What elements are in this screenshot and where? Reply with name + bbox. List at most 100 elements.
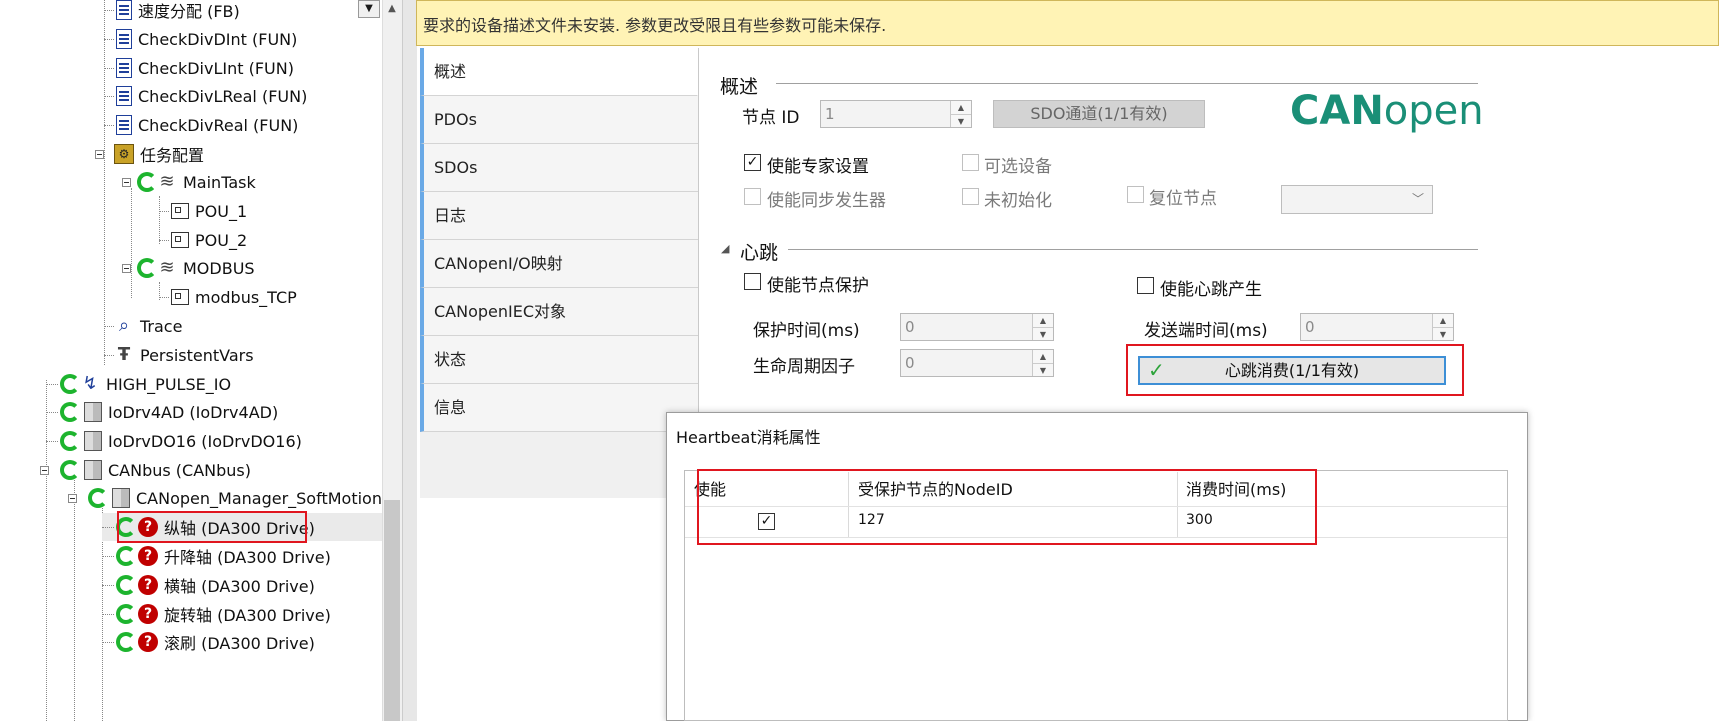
column-header-enable[interactable]: 使能 (694, 476, 726, 500)
tree-item-label: 纵轴 (DA300 Drive) (164, 519, 315, 538)
tree-item-trace[interactable]: ⌕ Trace (104, 312, 182, 340)
node-id-spinner[interactable]: 1 ▲ ▼ (820, 100, 972, 128)
row-node-id-cell[interactable]: 127 (858, 512, 885, 528)
error-question-icon: ? (138, 632, 158, 652)
reset-node-label: 复位节点 (1149, 189, 1217, 209)
tree-item-horizontal-axis[interactable]: ? 横轴 (DA300 Drive) (102, 571, 315, 599)
life-time-factor-label: 生命周期因子 (753, 357, 855, 377)
tab-status[interactable]: 状态 (420, 336, 698, 384)
running-icon (137, 258, 157, 278)
tree-scrollbar-thumb[interactable] (384, 500, 400, 721)
reset-node-checkbox[interactable] (1127, 186, 1144, 203)
heartbeat-consume-label: 心跳消费(1/1有效) (1224, 361, 1360, 380)
spin-up-icon[interactable]: ▲ (1033, 350, 1053, 364)
dialog-title: Heartbeat消耗属性 (676, 428, 821, 447)
node-guarding-label: 使能节点保护 (767, 276, 869, 296)
tab-overview[interactable]: 概述 (420, 48, 698, 96)
spin-down-icon[interactable]: ▼ (1033, 328, 1053, 341)
panel-splitter[interactable] (402, 0, 417, 721)
tree-item-brush[interactable]: ? 滚刷 (DA300 Drive) (102, 628, 315, 656)
collapse-triangle-icon[interactable]: ◢ (721, 242, 729, 255)
task-icon: ≋ (159, 257, 175, 278)
tree-item-vertical-axis[interactable]: ? 纵轴 (DA300 Drive) (102, 513, 382, 541)
task-icon: ≋ (159, 171, 175, 192)
tab-sdos[interactable]: SDOs (420, 144, 698, 192)
spin-up-icon[interactable]: ▲ (1033, 314, 1053, 328)
guard-time-value: 0 (905, 318, 915, 336)
tree-item-checkdivlint[interactable]: CheckDivLInt (FUN) (104, 54, 294, 82)
table-row[interactable] (685, 507, 1507, 537)
tree-item-label: IoDrvDO16 (IoDrvDO16) (108, 431, 302, 451)
optional-device-label: 可选设备 (984, 157, 1052, 177)
project-tree[interactable]: 速度分配 (FB) CheckDivDInt (FUN) CheckDivLIn… (0, 0, 402, 721)
tree-item-maintask[interactable]: ≋ MainTask (122, 168, 256, 196)
guard-time-spinner[interactable]: 0 ▲ ▼ (900, 313, 1054, 341)
collapse-toggle-icon[interactable] (95, 149, 104, 159)
life-time-factor-spinner[interactable]: 0 ▲ ▼ (900, 349, 1054, 377)
tree-item-pou-1[interactable]: POU_1 (159, 197, 247, 225)
running-icon (60, 374, 80, 394)
tree-item-persistentvars[interactable]: Ŧ PersistentVars (104, 341, 254, 369)
tree-item-modbus[interactable]: ≋ MODBUS (122, 254, 255, 282)
persistent-vars-icon: Ŧ (117, 344, 131, 365)
node-guarding-checkbox[interactable] (744, 273, 761, 290)
error-question-icon: ? (138, 517, 158, 537)
collapse-toggle-icon[interactable] (40, 465, 49, 475)
reset-node-combobox[interactable]: ﹀ (1281, 185, 1433, 214)
optional-device-checkbox[interactable] (962, 154, 979, 171)
tab-canopen-io-mapping[interactable]: CANopenI/O映射 (420, 240, 698, 288)
expert-settings-label: 使能专家设置 (767, 157, 869, 177)
tree-item-lift-axis[interactable]: ? 升降轴 (DA300 Drive) (102, 542, 331, 570)
tree-item-label: CANopen_Manager_SoftMotion (CAN (136, 488, 402, 508)
heartbeat-consume-button[interactable]: ✓ 心跳消费(1/1有效) (1138, 356, 1446, 385)
scroll-up-arrow-icon[interactable]: ▲ (384, 0, 400, 18)
running-icon (60, 402, 80, 422)
row-enable-checkbox[interactable]: ✓ (758, 513, 775, 530)
spin-down-icon[interactable]: ▼ (1433, 328, 1453, 341)
tree-item-canopen-manager[interactable]: CANopen_Manager_SoftMotion (CAN (68, 484, 402, 512)
collapse-toggle-icon[interactable] (68, 493, 77, 503)
tree-item-speed-fb[interactable]: 速度分配 (FB) (104, 0, 240, 24)
heartbeat-produce-checkbox[interactable] (1137, 277, 1154, 294)
spin-up-icon[interactable]: ▲ (1433, 314, 1453, 328)
collapse-toggle-icon[interactable] (122, 263, 131, 273)
device-editor-tabs: 概述 PDOs SDOs 日志 CANopenI/O映射 CANopenIEC对… (420, 48, 699, 498)
heartbeat-section-title: 心跳 (740, 242, 779, 264)
tree-item-canbus[interactable]: CANbus (CANbus) (40, 456, 251, 484)
tree-item-high-pulse-io[interactable]: ↯ HIGH_PULSE_IO (46, 370, 231, 398)
producer-time-spinner[interactable]: 0 ▲ ▼ (1300, 313, 1454, 341)
tree-item-rotation-axis[interactable]: ? 旋转轴 (DA300 Drive) (102, 600, 331, 628)
sdo-channel-button[interactable]: SDO通道(1/1有效) (993, 100, 1205, 128)
tab-log[interactable]: 日志 (420, 192, 698, 240)
tree-item-task-config[interactable]: ⚙ 任务配置 (95, 140, 204, 168)
sync-generator-checkbox[interactable] (744, 188, 761, 205)
expert-settings-checkbox[interactable]: ✓ (744, 154, 761, 171)
tree-item-checkdivdint[interactable]: CheckDivDInt (FUN) (104, 25, 297, 53)
tree-item-pou-2[interactable]: POU_2 (159, 226, 247, 254)
tree-item-checkdivreal[interactable]: CheckDivReal (FUN) (104, 111, 298, 139)
row-consume-time-cell[interactable]: 300 (1186, 512, 1213, 528)
collapse-toggle-icon[interactable] (122, 177, 131, 187)
heartbeat-produce-label: 使能心跳产生 (1160, 280, 1262, 300)
tree-item-iodrvdo16[interactable]: IoDrvDO16 (IoDrvDO16) (46, 427, 302, 455)
document-icon (116, 115, 132, 135)
column-header-node-id[interactable]: 受保护节点的NodeID (858, 476, 1013, 500)
no-init-checkbox[interactable] (962, 188, 979, 205)
tab-canopen-iec-objects[interactable]: CANopenIEC对象 (420, 288, 698, 336)
spin-up-icon[interactable]: ▲ (951, 101, 971, 115)
tree-dropdown-button[interactable]: ▼ (358, 0, 380, 18)
spin-down-icon[interactable]: ▼ (951, 115, 971, 128)
tree-item-label: 滚刷 (DA300 Drive) (164, 634, 315, 653)
tab-info[interactable]: 信息 (420, 384, 698, 432)
tree-item-modbus-tcp[interactable]: modbus_TCP (159, 283, 297, 311)
spin-down-icon[interactable]: ▼ (1033, 364, 1053, 377)
tree-item-label: POU_2 (195, 230, 248, 250)
tree-item-checkdivlreal[interactable]: CheckDivLReal (FUN) (104, 82, 307, 110)
device-icon (84, 431, 102, 451)
tab-pdos[interactable]: PDOs (420, 96, 698, 144)
tree-item-label: 速度分配 (FB) (138, 2, 240, 21)
no-init-label: 未初始化 (984, 191, 1052, 211)
error-question-icon: ? (138, 546, 158, 566)
column-header-consume-time[interactable]: 消费时间(ms) (1186, 476, 1286, 500)
tree-item-iodrv4ad[interactable]: IoDrv4AD (IoDrv4AD) (46, 398, 278, 426)
